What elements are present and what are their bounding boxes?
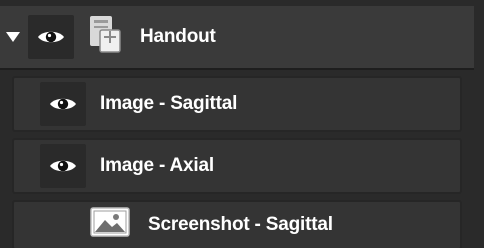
- handout-document-icon: [88, 14, 122, 60]
- visibility-toggle-handout[interactable]: [28, 15, 74, 59]
- tree-item-handout[interactable]: Handout: [0, 6, 474, 70]
- visibility-toggle-image-axial[interactable]: [40, 144, 86, 188]
- layer-tree-panel: Handout Image - Sagittal Image - Axial S…: [0, 0, 484, 248]
- tree-item-label: Handout: [140, 26, 216, 47]
- image-icon: [90, 207, 130, 243]
- tree-item-label: Image - Axial: [100, 155, 214, 176]
- tree-item-screenshot-sagittal[interactable]: Screenshot - Sagittal: [12, 200, 462, 248]
- visibility-toggle-image-sagittal[interactable]: [40, 82, 86, 126]
- tree-item-image-axial[interactable]: Image - Axial: [12, 138, 462, 194]
- eye-icon: [38, 31, 64, 43]
- tree-item-label: Screenshot - Sagittal: [148, 214, 333, 235]
- eye-icon: [50, 98, 76, 110]
- expand-caret-icon[interactable]: [6, 32, 20, 42]
- tree-item-image-sagittal[interactable]: Image - Sagittal: [12, 76, 462, 132]
- tree-item-label: Image - Sagittal: [100, 93, 238, 114]
- eye-icon: [50, 160, 76, 172]
